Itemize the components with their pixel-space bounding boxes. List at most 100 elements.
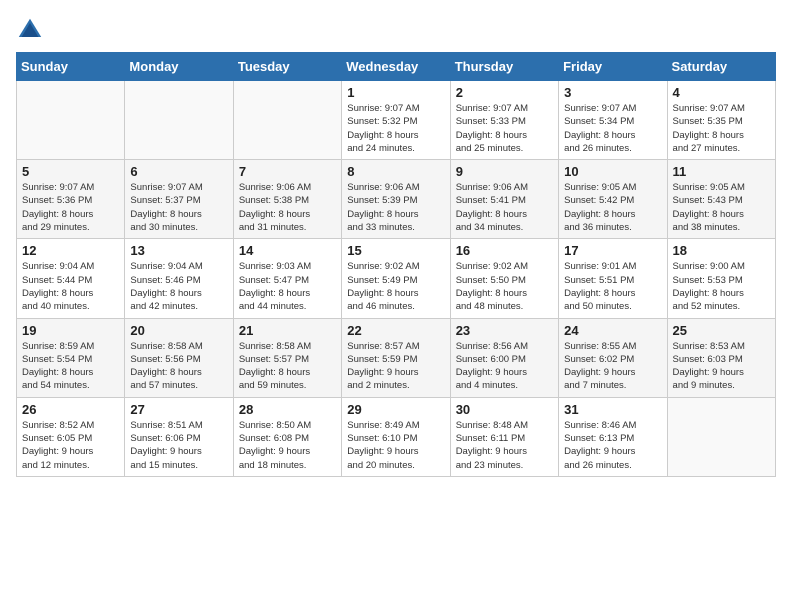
day-info: Sunrise: 9:07 AM Sunset: 5:36 PM Dayligh…	[22, 181, 119, 234]
calendar-cell	[125, 81, 233, 160]
day-number: 31	[564, 402, 661, 417]
logo-icon	[16, 16, 44, 44]
day-number: 10	[564, 164, 661, 179]
calendar-cell: 10 Sunrise: 9:05 AM Sunset: 5:42 PM Dayli…	[559, 160, 667, 239]
calendar-cell: 1Sunrise: 9:07 AM Sunset: 5:32 PM Daylig…	[342, 81, 450, 160]
calendar-cell: 21 Sunrise: 8:58 AM Sunset: 5:57 PM Dayli…	[233, 318, 341, 397]
page-header	[16, 16, 776, 44]
calendar-cell: 16 Sunrise: 9:02 AM Sunset: 5:50 PM Dayli…	[450, 239, 558, 318]
day-info: Sunrise: 8:53 AM Sunset: 6:03 PM Dayligh…	[673, 340, 770, 393]
day-number: 2	[456, 85, 553, 100]
day-info: Sunrise: 9:01 AM Sunset: 5:51 PM Dayligh…	[564, 260, 661, 313]
calendar-cell: 28Sunrise: 8:50 AM Sunset: 6:08 PM Dayli…	[233, 397, 341, 476]
day-headers-row: SundayMondayTuesdayWednesdayThursdayFrid…	[17, 53, 776, 81]
calendar-cell: 14Sunrise: 9:03 AM Sunset: 5:47 PM Dayli…	[233, 239, 341, 318]
day-number: 28	[239, 402, 336, 417]
calendar-cell: 6 Sunrise: 9:07 AM Sunset: 5:37 PM Daylig…	[125, 160, 233, 239]
day-number: 29	[347, 402, 444, 417]
calendar-cell: 15 Sunrise: 9:02 AM Sunset: 5:49 PM Dayli…	[342, 239, 450, 318]
day-info: Sunrise: 8:48 AM Sunset: 6:11 PM Dayligh…	[456, 419, 553, 472]
calendar-cell	[233, 81, 341, 160]
day-number: 16	[456, 243, 553, 258]
day-number: 9	[456, 164, 553, 179]
calendar-header: SundayMondayTuesdayWednesdayThursdayFrid…	[17, 53, 776, 81]
day-number: 30	[456, 402, 553, 417]
calendar-cell: 3 Sunrise: 9:07 AM Sunset: 5:34 PM Daylig…	[559, 81, 667, 160]
calendar-week-1: 1Sunrise: 9:07 AM Sunset: 5:32 PM Daylig…	[17, 81, 776, 160]
day-number: 7	[239, 164, 336, 179]
day-info: Sunrise: 8:49 AM Sunset: 6:10 PM Dayligh…	[347, 419, 444, 472]
day-number: 19	[22, 323, 119, 338]
day-info: Sunrise: 8:58 AM Sunset: 5:56 PM Dayligh…	[130, 340, 227, 393]
calendar-cell: 20Sunrise: 8:58 AM Sunset: 5:56 PM Dayli…	[125, 318, 233, 397]
day-number: 8	[347, 164, 444, 179]
calendar-cell: 17 Sunrise: 9:01 AM Sunset: 5:51 PM Dayli…	[559, 239, 667, 318]
calendar-week-4: 19 Sunrise: 8:59 AM Sunset: 5:54 PM Dayli…	[17, 318, 776, 397]
day-number: 15	[347, 243, 444, 258]
day-number: 21	[239, 323, 336, 338]
day-header-friday: Friday	[559, 53, 667, 81]
day-number: 14	[239, 243, 336, 258]
day-number: 22	[347, 323, 444, 338]
calendar-cell: 26Sunrise: 8:52 AM Sunset: 6:05 PM Dayli…	[17, 397, 125, 476]
day-info: Sunrise: 9:07 AM Sunset: 5:35 PM Dayligh…	[673, 102, 770, 155]
day-number: 23	[456, 323, 553, 338]
calendar-body: 1Sunrise: 9:07 AM Sunset: 5:32 PM Daylig…	[17, 81, 776, 477]
calendar-cell: 12 Sunrise: 9:04 AM Sunset: 5:44 PM Dayli…	[17, 239, 125, 318]
calendar-cell: 8Sunrise: 9:06 AM Sunset: 5:39 PM Daylig…	[342, 160, 450, 239]
day-info: Sunrise: 9:02 AM Sunset: 5:49 PM Dayligh…	[347, 260, 444, 313]
calendar-week-2: 5 Sunrise: 9:07 AM Sunset: 5:36 PM Daylig…	[17, 160, 776, 239]
day-number: 12	[22, 243, 119, 258]
calendar-cell: 24Sunrise: 8:55 AM Sunset: 6:02 PM Dayli…	[559, 318, 667, 397]
calendar-cell: 4 Sunrise: 9:07 AM Sunset: 5:35 PM Daylig…	[667, 81, 775, 160]
day-number: 17	[564, 243, 661, 258]
day-info: Sunrise: 8:51 AM Sunset: 6:06 PM Dayligh…	[130, 419, 227, 472]
logo	[16, 16, 50, 44]
day-number: 3	[564, 85, 661, 100]
calendar-cell: 2 Sunrise: 9:07 AM Sunset: 5:33 PM Daylig…	[450, 81, 558, 160]
calendar-cell: 22 Sunrise: 8:57 AM Sunset: 5:59 PM Dayli…	[342, 318, 450, 397]
day-info: Sunrise: 9:07 AM Sunset: 5:34 PM Dayligh…	[564, 102, 661, 155]
calendar-cell: 30 Sunrise: 8:48 AM Sunset: 6:11 PM Dayli…	[450, 397, 558, 476]
day-info: Sunrise: 8:57 AM Sunset: 5:59 PM Dayligh…	[347, 340, 444, 393]
calendar-cell: 11 Sunrise: 9:05 AM Sunset: 5:43 PM Dayli…	[667, 160, 775, 239]
calendar-cell: 13 Sunrise: 9:04 AM Sunset: 5:46 PM Dayli…	[125, 239, 233, 318]
day-info: Sunrise: 8:56 AM Sunset: 6:00 PM Dayligh…	[456, 340, 553, 393]
day-number: 6	[130, 164, 227, 179]
day-number: 24	[564, 323, 661, 338]
day-info: Sunrise: 9:04 AM Sunset: 5:44 PM Dayligh…	[22, 260, 119, 313]
day-number: 11	[673, 164, 770, 179]
calendar-cell: 5 Sunrise: 9:07 AM Sunset: 5:36 PM Daylig…	[17, 160, 125, 239]
day-info: Sunrise: 9:05 AM Sunset: 5:43 PM Dayligh…	[673, 181, 770, 234]
day-header-thursday: Thursday	[450, 53, 558, 81]
day-info: Sunrise: 9:05 AM Sunset: 5:42 PM Dayligh…	[564, 181, 661, 234]
day-number: 25	[673, 323, 770, 338]
day-number: 26	[22, 402, 119, 417]
day-number: 4	[673, 85, 770, 100]
calendar-cell: 19 Sunrise: 8:59 AM Sunset: 5:54 PM Dayli…	[17, 318, 125, 397]
day-header-saturday: Saturday	[667, 53, 775, 81]
day-header-sunday: Sunday	[17, 53, 125, 81]
calendar-cell: 7 Sunrise: 9:06 AM Sunset: 5:38 PM Daylig…	[233, 160, 341, 239]
day-info: Sunrise: 9:06 AM Sunset: 5:41 PM Dayligh…	[456, 181, 553, 234]
calendar-cell: 29 Sunrise: 8:49 AM Sunset: 6:10 PM Dayli…	[342, 397, 450, 476]
day-info: Sunrise: 9:06 AM Sunset: 5:38 PM Dayligh…	[239, 181, 336, 234]
day-number: 18	[673, 243, 770, 258]
day-header-monday: Monday	[125, 53, 233, 81]
day-info: Sunrise: 8:59 AM Sunset: 5:54 PM Dayligh…	[22, 340, 119, 393]
day-info: Sunrise: 9:07 AM Sunset: 5:33 PM Dayligh…	[456, 102, 553, 155]
calendar-table: SundayMondayTuesdayWednesdayThursdayFrid…	[16, 52, 776, 477]
day-info: Sunrise: 9:04 AM Sunset: 5:46 PM Dayligh…	[130, 260, 227, 313]
day-info: Sunrise: 9:02 AM Sunset: 5:50 PM Dayligh…	[456, 260, 553, 313]
calendar-cell	[17, 81, 125, 160]
day-info: Sunrise: 9:07 AM Sunset: 5:37 PM Dayligh…	[130, 181, 227, 234]
day-number: 5	[22, 164, 119, 179]
day-header-tuesday: Tuesday	[233, 53, 341, 81]
day-number: 13	[130, 243, 227, 258]
calendar-cell: 9 Sunrise: 9:06 AM Sunset: 5:41 PM Daylig…	[450, 160, 558, 239]
day-info: Sunrise: 9:00 AM Sunset: 5:53 PM Dayligh…	[673, 260, 770, 313]
day-number: 1	[347, 85, 444, 100]
day-info: Sunrise: 8:58 AM Sunset: 5:57 PM Dayligh…	[239, 340, 336, 393]
calendar-cell: 31Sunrise: 8:46 AM Sunset: 6:13 PM Dayli…	[559, 397, 667, 476]
calendar-cell: 18 Sunrise: 9:00 AM Sunset: 5:53 PM Dayli…	[667, 239, 775, 318]
